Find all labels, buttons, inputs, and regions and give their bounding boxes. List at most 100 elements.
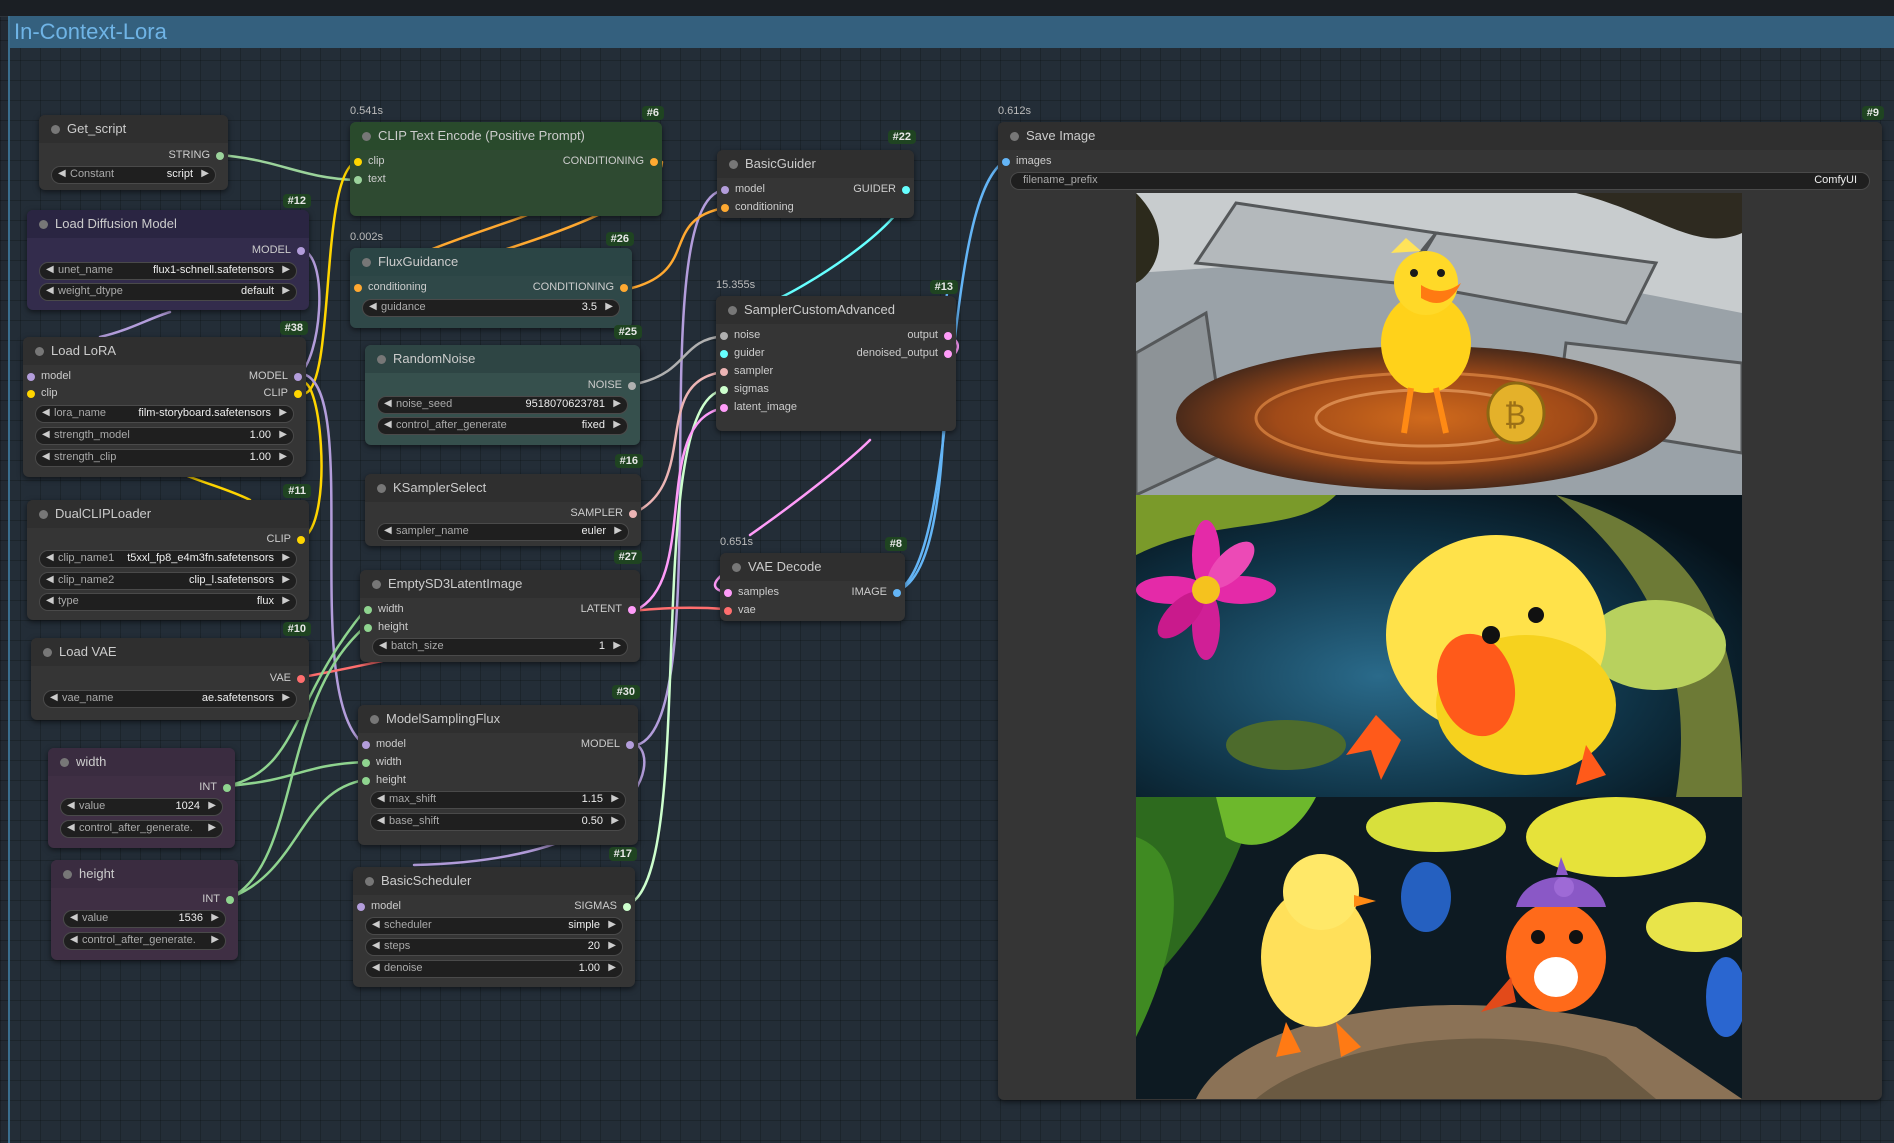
collapse-dot-icon[interactable] [729,160,738,169]
denoise-widget[interactable]: ◀ denoise 1.00 ▶ [365,960,623,978]
collapse-dot-icon[interactable] [362,258,371,267]
collapse-dot-icon[interactable] [728,306,737,315]
group-header[interactable]: In-Context-Lora [10,16,1894,48]
node-model-sampling-flux[interactable]: #30 ModelSamplingFlux model MODEL width h… [358,685,640,845]
collapse-dot-icon[interactable] [365,877,374,886]
node-basic-guider[interactable]: #22 BasicGuider model GUIDER conditioning [717,130,916,218]
input-socket-icon[interactable] [364,606,372,614]
output-socket-icon[interactable] [294,373,302,381]
height-control-widget[interactable]: ◀ control_after_generate. ▶ [63,932,226,950]
strength-model-widget[interactable]: ◀ strength_model 1.00 ▶ [35,427,294,445]
collapse-dot-icon[interactable] [372,580,381,589]
base-shift-widget[interactable]: ◀ base_shift 0.50 ▶ [370,813,626,831]
output-socket-icon[interactable] [944,350,952,358]
collapse-dot-icon[interactable] [39,510,48,519]
output-socket-icon[interactable] [902,186,910,194]
input-socket-icon[interactable] [362,759,370,767]
collapse-dot-icon[interactable] [732,563,741,572]
input-socket-icon[interactable] [721,204,729,212]
weight-dtype-widget[interactable]: ◀ weight_dtype default ▶ [39,283,297,301]
output-socket-icon[interactable] [944,332,952,340]
node-basic-scheduler[interactable]: #17 BasicScheduler model SIGMAS ◀ schedule… [353,847,637,987]
collapse-dot-icon[interactable] [39,220,48,229]
node-height[interactable]: height INT ◀ value 1536 ▶ ◀ control_after_ge… [51,860,238,960]
node-ksampler-select[interactable]: #16 KSamplerSelect SAMPLER ◀ sampler_name… [365,454,643,546]
type-widget[interactable]: ◀ type flux ▶ [39,593,297,611]
collapse-dot-icon[interactable] [63,870,72,879]
output-socket-icon[interactable] [216,152,224,160]
lora-name-widget[interactable]: ◀ lora_name film-storyboard.safetensors ▶ [35,405,294,423]
filename-prefix-input[interactable]: filename_prefix ComfyUI [1010,172,1870,190]
vae-name-widget[interactable]: ◀ vae_name ae.safetensors ▶ [43,690,297,708]
input-socket-icon[interactable] [27,373,35,381]
collapse-dot-icon[interactable] [1010,132,1019,141]
node-get-script[interactable]: Get_script STRING ◀ Constant script ▶ [39,115,228,190]
collapse-dot-icon[interactable] [377,355,386,364]
input-socket-icon[interactable] [362,741,370,749]
output-socket-icon[interactable] [623,903,631,911]
node-dual-clip-loader[interactable]: #11 DualCLIPLoader CLIP ◀ clip_name1 t5xxl… [27,484,311,620]
output-socket-icon[interactable] [628,606,636,614]
output-socket-icon[interactable] [628,382,636,390]
scheduler-widget[interactable]: ◀ scheduler simple ▶ [365,917,623,935]
steps-widget[interactable]: ◀ steps 20 ▶ [365,938,623,956]
node-width[interactable]: width INT ◀ value 1024 ▶ ◀ control_after_gen… [48,748,235,848]
collapse-dot-icon[interactable] [60,758,69,767]
max-shift-widget[interactable]: ◀ max_shift 1.15 ▶ [370,791,626,809]
strength-clip-widget[interactable]: ◀ strength_clip 1.00 ▶ [35,449,294,467]
input-socket-icon[interactable] [724,589,732,597]
height-value-widget[interactable]: ◀ value 1536 ▶ [63,910,226,928]
constant-widget[interactable]: ◀ Constant script ▶ [51,166,216,184]
output-socket-icon[interactable] [297,247,305,255]
width-control-widget[interactable]: ◀ control_after_generate. ▶ [60,820,223,838]
node-random-noise[interactable]: #25 RandomNoise NOISE ◀ noise_seed 9518070… [365,325,642,445]
input-socket-icon[interactable] [720,332,728,340]
input-socket-icon[interactable] [720,386,728,394]
clip-name1-widget[interactable]: ◀ clip_name1 t5xxl_fp8_e4m3fn.safetensors ▶ [39,550,297,568]
input-socket-icon[interactable] [720,350,728,358]
guidance-widget[interactable]: ◀ guidance 3.5 ▶ [362,299,620,317]
input-socket-icon[interactable] [357,903,365,911]
node-sampler-custom-advanced[interactable]: 15.355s #13 SamplerCustomAdvanced noise o… [716,279,958,431]
input-socket-icon[interactable] [724,607,732,615]
output-socket-icon[interactable] [629,510,637,518]
decrement-arrow-icon[interactable]: ◀ [58,168,66,179]
collapse-dot-icon[interactable] [43,648,52,657]
input-socket-icon[interactable] [721,186,729,194]
output-socket-icon[interactable] [294,390,302,398]
noise-control-widget[interactable]: ◀ control_after_generate fixed ▶ [377,417,628,435]
input-socket-icon[interactable] [27,390,35,398]
input-socket-icon[interactable] [720,368,728,376]
collapse-dot-icon[interactable] [370,715,379,724]
unet-name-widget[interactable]: ◀ unet_name flux1-schnell.safetensors ▶ [39,262,297,280]
node-vae-decode[interactable]: 0.651s #8 VAE Decode samples IMAGE vae [720,536,907,621]
input-socket-icon[interactable] [362,777,370,785]
input-socket-icon[interactable] [364,624,372,632]
collapse-dot-icon[interactable] [377,484,386,493]
output-socket-icon[interactable] [223,784,231,792]
node-empty-sd3-latent[interactable]: #27 EmptySD3LatentImage width LATENT heig… [360,550,642,662]
node-load-vae[interactable]: #10 Load VAE VAE ◀ vae_name ae.safetensors… [31,622,311,720]
output-socket-icon[interactable] [626,741,634,749]
noise-seed-widget[interactable]: ◀ noise_seed 9518070623781 ▶ [377,396,628,414]
input-socket-icon[interactable] [354,284,362,292]
sampler-name-widget[interactable]: ◀ sampler_name euler ▶ [377,523,629,541]
output-socket-icon[interactable] [650,158,658,166]
batch-size-widget[interactable]: ◀ batch_size 1 ▶ [372,638,628,656]
increment-arrow-icon[interactable]: ▶ [201,168,209,179]
output-socket-icon[interactable] [297,536,305,544]
output-socket-icon[interactable] [297,675,305,683]
collapse-dot-icon[interactable] [35,347,44,356]
node-clip-text-encode[interactable]: 0.541s #6 CLIP Text Encode (Positive Pro… [350,105,664,216]
output-socket-icon[interactable] [893,589,901,597]
node-load-diffusion-model[interactable]: #12 Load Diffusion Model MODEL ◀ unet_nam… [27,194,311,310]
output-socket-icon[interactable] [620,284,628,292]
clip-name2-widget[interactable]: ◀ clip_name2 clip_l.safetensors ▶ [39,572,297,590]
collapse-dot-icon[interactable] [362,132,371,141]
width-value-widget[interactable]: ◀ value 1024 ▶ [60,798,223,816]
output-image-preview[interactable]: ₿ [1136,193,1742,1099]
node-load-lora[interactable]: #38 Load LoRA model MODEL clip CLIP ◀ lora_… [23,321,308,477]
input-socket-icon[interactable] [354,158,362,166]
input-socket-icon[interactable] [720,404,728,412]
input-socket-icon[interactable] [354,176,362,184]
